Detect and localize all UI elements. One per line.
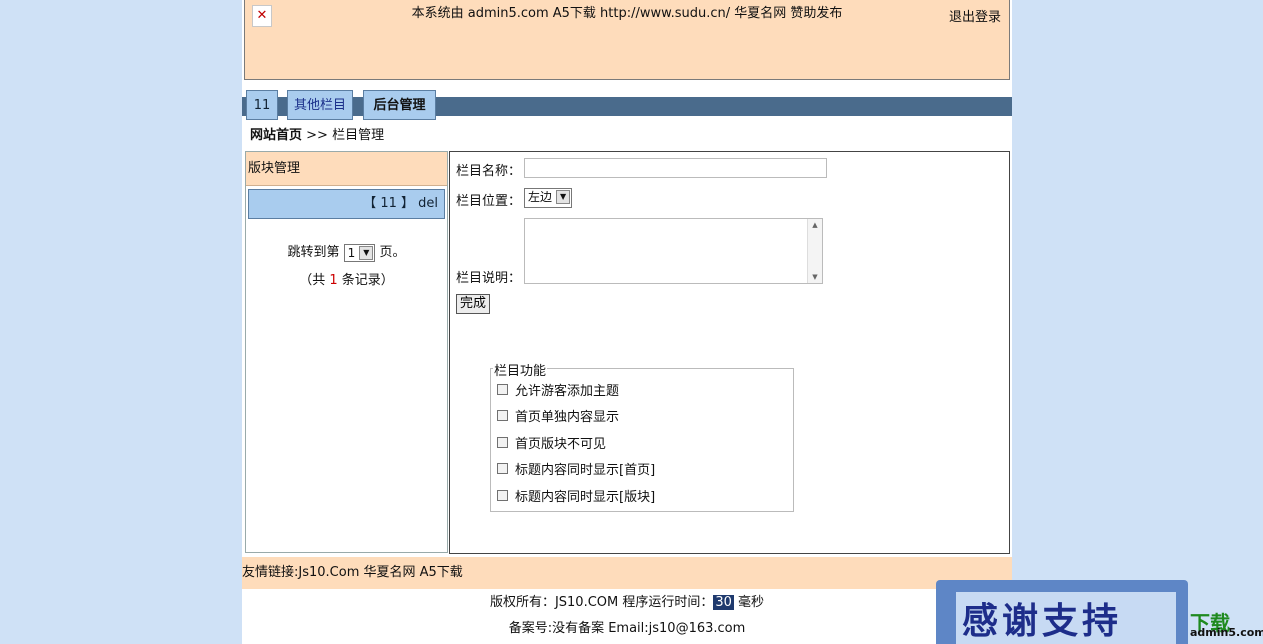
- position-select-value: 左边: [528, 190, 553, 204]
- scroll-down-icon[interactable]: ▼: [808, 273, 822, 281]
- done-button[interactable]: 完成: [456, 294, 491, 314]
- column-name-input[interactable]: [524, 158, 827, 178]
- column-desc-textarea[interactable]: ▲ ▼: [524, 218, 823, 284]
- checkbox[interactable]: [497, 463, 508, 474]
- tab-admin[interactable]: 后台管理: [363, 90, 436, 120]
- watermark-text: 感谢支持: [962, 601, 1123, 642]
- page-select[interactable]: 1 ▼: [343, 243, 376, 262]
- tab-other-columns[interactable]: 其他栏目: [287, 90, 353, 120]
- checkbox[interactable]: [497, 437, 508, 448]
- sponsor-notice: 本系统由 admin5.com A5下载 http://www.sudu.cn/…: [411, 6, 843, 21]
- position-select[interactable]: 左边 ▼: [524, 188, 573, 208]
- section-row[interactable]: 【 11 】 del: [248, 189, 445, 219]
- count-value: 1: [329, 273, 338, 288]
- watermark-banner: 感谢支持: [936, 580, 1188, 644]
- watermark-url: admin5.com: [1190, 626, 1263, 639]
- checkbox[interactable]: [497, 410, 508, 421]
- option-label: 标题内容同时显示[版块]: [515, 490, 656, 505]
- breadcrumb-separator: >>: [306, 128, 328, 143]
- features-fieldset: 栏目功能 允许游客添加主题 首页单独内容显示 首页版块不可见 标题内容同时显示[…: [490, 360, 794, 512]
- runtime-value: 30: [713, 595, 734, 610]
- nav-bar: [242, 97, 1012, 116]
- breadcrumb-home[interactable]: 网站首页: [250, 128, 302, 143]
- header: ✕ 本系统由 admin5.com A5下载 http://www.sudu.c…: [244, 0, 1010, 80]
- jump-suffix: 页。: [379, 245, 406, 260]
- tab-11[interactable]: 11: [246, 90, 278, 120]
- record-count: （共 1 条记录）: [246, 269, 447, 288]
- name-label: 栏目名称：: [456, 164, 522, 179]
- runtime-unit: 毫秒: [738, 595, 765, 610]
- option-title-section[interactable]: 标题内容同时显示[版块]: [497, 489, 655, 507]
- count-suffix: 条记录）: [341, 273, 394, 288]
- checkbox[interactable]: [497, 490, 508, 501]
- option-label: 首页单独内容显示: [515, 410, 620, 425]
- chevron-down-icon[interactable]: ▼: [556, 190, 571, 204]
- option-title-home[interactable]: 标题内容同时显示[首页]: [497, 462, 655, 480]
- option-label: 允许游客添加主题: [515, 384, 620, 399]
- logout-link[interactable]: 退出登录: [949, 6, 1001, 25]
- checkbox[interactable]: [497, 384, 508, 395]
- features-legend: 栏目功能: [493, 360, 548, 379]
- friend-links[interactable]: 友情链接:Js10.Com 华夏名网 A5下载: [242, 557, 1012, 589]
- panel-title: 版块管理: [246, 152, 447, 186]
- chevron-down-icon[interactable]: ▼: [359, 245, 374, 260]
- page-jump: 跳转到第 1 ▼ 页。: [246, 242, 447, 264]
- option-label: 首页版块不可见: [515, 437, 607, 452]
- scroll-up-icon[interactable]: ▲: [808, 221, 822, 229]
- breadcrumb: 网站首页 >> 栏目管理: [250, 124, 384, 143]
- page-select-value: 1: [347, 245, 356, 260]
- jump-prefix: 跳转到第: [287, 245, 340, 260]
- breadcrumb-current: 栏目管理: [332, 128, 385, 143]
- icp-info: 备案号:没有备案 Email:js10@163.com: [508, 621, 746, 636]
- copyright-text: 版权所有：JS10.COM 程序运行时间：: [489, 595, 714, 610]
- scrollbar[interactable]: ▲ ▼: [807, 219, 822, 283]
- column-form: 栏目名称： 栏目位置： 左边 ▼ 栏目说明： ▲ ▼ 完成 栏目功能 允许游客添加…: [449, 151, 1010, 554]
- option-label: 标题内容同时显示[首页]: [515, 463, 656, 478]
- count-prefix: （共: [299, 273, 326, 288]
- desc-label: 栏目说明：: [456, 271, 522, 286]
- page-container: ✕ 本系统由 admin5.com A5下载 http://www.sudu.c…: [242, 0, 1012, 644]
- option-home-hidden[interactable]: 首页版块不可见: [497, 436, 606, 454]
- position-label: 栏目位置：: [456, 194, 522, 209]
- option-home-separate[interactable]: 首页单独内容显示: [497, 409, 619, 427]
- copyright: 版权所有：JS10.COM 程序运行时间： 30 毫秒: [242, 594, 1012, 612]
- left-panel: 版块管理 【 11 】 del 跳转到第 1 ▼ 页。 （共 1 条记录）: [245, 151, 448, 553]
- option-allow-guest[interactable]: 允许游客添加主题: [497, 383, 619, 401]
